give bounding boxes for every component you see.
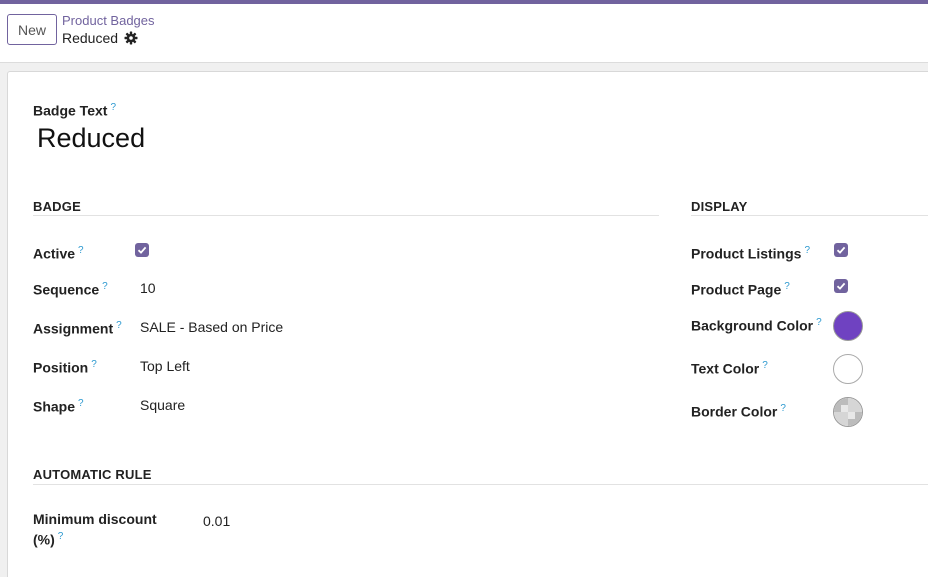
assignment-label: Assignment? — [33, 317, 122, 338]
section-automatic-rule-title: AUTOMATIC RULE — [33, 467, 152, 482]
breadcrumb-parent-link[interactable]: Product Badges — [62, 13, 155, 28]
section-divider — [33, 215, 659, 216]
active-label-text: Active — [33, 245, 76, 262]
border-color-label: Border Color? — [691, 400, 786, 421]
help-icon[interactable]: ? — [804, 245, 810, 256]
breadcrumb-current: Reduced — [62, 30, 119, 46]
product-listings-label: Product Listings? — [691, 242, 810, 263]
sequence-label: Sequence? — [33, 278, 108, 299]
background-color-label-text: Background Color — [691, 317, 814, 334]
section-divider — [33, 484, 928, 485]
min-discount-label-line2: (%) — [33, 531, 55, 548]
assignment-field[interactable]: SALE - Based on Price — [140, 319, 283, 336]
sequence-field[interactable]: 10 — [140, 280, 156, 297]
help-icon[interactable]: ? — [784, 281, 790, 292]
product-page-checkbox[interactable] — [834, 279, 848, 293]
breadcrumb-current-row: Reduced — [62, 30, 155, 46]
gear-icon[interactable] — [124, 31, 138, 45]
product-page-label-text: Product Page — [691, 281, 782, 298]
active-checkbox[interactable] — [135, 243, 149, 257]
sequence-label-text: Sequence — [33, 281, 100, 298]
min-discount-label-line1: Minimum discount — [33, 511, 157, 527]
help-icon[interactable]: ? — [762, 360, 768, 371]
check-icon — [836, 246, 846, 254]
check-icon — [137, 246, 147, 254]
min-discount-label: Minimum discount (%)? — [33, 511, 157, 549]
transparent-pattern-icon — [834, 398, 862, 426]
breadcrumb: Product Badges Reduced — [62, 13, 155, 46]
badge-text-label-text: Badge Text — [33, 102, 108, 119]
min-discount-field[interactable]: 0.01 — [203, 513, 230, 530]
assignment-label-text: Assignment — [33, 320, 114, 337]
new-button[interactable]: New — [7, 14, 57, 45]
shape-label: Shape? — [33, 395, 84, 416]
help-icon[interactable]: ? — [816, 317, 822, 328]
shape-label-text: Shape — [33, 398, 76, 415]
help-icon[interactable]: ? — [78, 245, 84, 256]
section-divider — [691, 215, 928, 216]
product-listings-label-text: Product Listings — [691, 245, 802, 262]
section-display-title: DISPLAY — [691, 199, 748, 214]
text-color-label: Text Color? — [691, 357, 768, 378]
help-icon[interactable]: ? — [78, 398, 84, 409]
active-label: Active? — [33, 242, 84, 263]
text-color-swatch[interactable] — [833, 354, 863, 384]
position-field[interactable]: Top Left — [140, 358, 190, 375]
check-icon — [836, 282, 846, 290]
position-label-text: Position — [33, 359, 89, 376]
badge-text-label: Badge Text? — [33, 99, 116, 120]
product-listings-checkbox[interactable] — [834, 243, 848, 257]
help-icon[interactable]: ? — [102, 281, 108, 292]
section-badge-title: BADGE — [33, 199, 81, 214]
background-color-swatch[interactable] — [833, 311, 863, 341]
shape-field[interactable]: Square — [140, 397, 185, 414]
text-color-label-text: Text Color — [691, 360, 760, 377]
control-panel: New Product Badges Reduced — [0, 4, 928, 63]
help-icon[interactable]: ? — [58, 531, 64, 542]
badge-text-field[interactable]: Reduced — [37, 122, 145, 154]
product-page-label: Product Page? — [691, 278, 790, 299]
form-sheet: Badge Text? Reduced BADGE Active? Sequen… — [7, 71, 928, 577]
help-icon[interactable]: ? — [780, 403, 786, 414]
help-icon[interactable]: ? — [116, 320, 122, 331]
help-icon[interactable]: ? — [110, 102, 116, 113]
position-label: Position? — [33, 356, 97, 377]
border-color-label-text: Border Color — [691, 403, 778, 420]
border-color-swatch[interactable] — [833, 397, 863, 427]
background-color-label: Background Color? — [691, 314, 822, 335]
help-icon[interactable]: ? — [91, 359, 97, 370]
